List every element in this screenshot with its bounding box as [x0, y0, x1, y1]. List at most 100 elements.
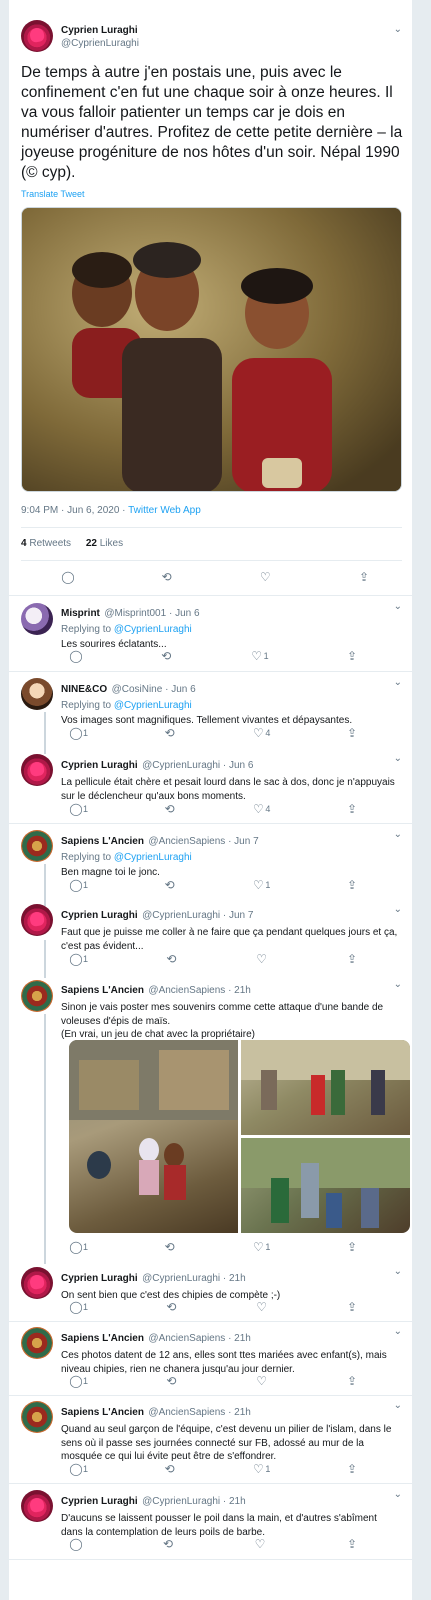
- reply-button[interactable]: ◯ 1: [69, 802, 88, 816]
- author-handle[interactable]: @CosiNine · Jun 6: [112, 684, 196, 695]
- reply-tweet[interactable]: ⌄ Cyprien Luraghi @CyprienLuraghi · Jun …: [9, 900, 414, 974]
- author-handle[interactable]: @Misprint001 · Jun 6: [104, 608, 199, 619]
- like-button[interactable]: ♡: [253, 1537, 267, 1551]
- author-name[interactable]: Sapiens L'Ancien: [61, 836, 144, 847]
- author-name[interactable]: NINE&CO: [61, 684, 107, 695]
- avatar[interactable]: [21, 1490, 53, 1522]
- retweet-button[interactable]: ⟲: [161, 1537, 175, 1551]
- author-name[interactable]: Sapiens L'Ancien: [61, 985, 144, 996]
- like-button[interactable]: ♡ 4: [251, 726, 270, 740]
- reply-button[interactable]: ◯ 1: [69, 1462, 88, 1476]
- replying-to-link[interactable]: @CyprienLuraghi: [114, 700, 192, 711]
- share-button[interactable]: ⇪: [345, 1300, 359, 1314]
- grid-photo[interactable]: [241, 1040, 410, 1135]
- share-button[interactable]: ⇪: [357, 570, 371, 584]
- avatar[interactable]: [21, 980, 53, 1012]
- avatar[interactable]: [21, 1401, 53, 1433]
- grid-photo[interactable]: [69, 1040, 238, 1233]
- reply-tweet[interactable]: ⌄ Cyprien Luraghi @CyprienLuraghi · Jun …: [9, 748, 414, 824]
- source-link[interactable]: Twitter Web App: [128, 505, 201, 516]
- author-name[interactable]: Cyprien Luraghi: [61, 910, 138, 921]
- like-button[interactable]: ♡: [258, 570, 272, 584]
- author-handle[interactable]: @CyprienLuraghi · Jun 6: [142, 760, 253, 771]
- like-button[interactable]: ♡ 1: [251, 878, 270, 892]
- share-button[interactable]: ⇪: [345, 649, 359, 663]
- retweet-button[interactable]: ⟲: [164, 952, 178, 966]
- reply-button[interactable]: ◯ 1: [69, 878, 88, 892]
- avatar[interactable]: [21, 1327, 53, 1359]
- retweet-button[interactable]: ⟲: [164, 1374, 178, 1388]
- author-name[interactable]: Cyprien Luraghi: [61, 25, 139, 36]
- avatar[interactable]: [21, 20, 53, 52]
- replying-to-link[interactable]: @CyprienLuraghi: [114, 624, 192, 635]
- reply-tweet[interactable]: ⌄ Sapiens L'Ancien @AncienSapiens · 21h …: [9, 1396, 414, 1484]
- timestamp[interactable]: 9:04 PM · Jun 6, 2020 ·: [21, 505, 126, 516]
- reply-button[interactable]: ◯: [61, 570, 75, 584]
- avatar[interactable]: [21, 678, 53, 710]
- reply-button[interactable]: ◯ 1: [69, 726, 88, 740]
- retweet-button[interactable]: ⟲: [163, 1462, 177, 1476]
- share-icon: ⇪: [346, 1374, 358, 1388]
- reply-tweet[interactable]: ⌄ Sapiens L'Ancien @AncienSapiens · Jun …: [9, 824, 414, 900]
- reply-tweet[interactable]: ⌄ Cyprien Luraghi @CyprienLuraghi · 21h …: [9, 1484, 414, 1560]
- author-name[interactable]: Cyprien Luraghi: [61, 760, 138, 771]
- author-handle[interactable]: @CyprienLuraghi · 21h: [142, 1273, 246, 1284]
- author-handle[interactable]: @AncienSapiens · 21h: [148, 1333, 250, 1344]
- likes-stat[interactable]: 22 Likes: [86, 538, 123, 549]
- retweet-button[interactable]: ⟲: [163, 802, 177, 816]
- replying-to-link[interactable]: @CyprienLuraghi: [114, 852, 192, 863]
- author-name[interactable]: Cyprien Luraghi: [61, 1273, 138, 1284]
- share-button[interactable]: ⇪: [345, 952, 359, 966]
- retweet-button[interactable]: ⟲: [163, 1240, 177, 1254]
- share-button[interactable]: ⇪: [345, 1537, 359, 1551]
- share-button[interactable]: ⇪: [345, 1374, 359, 1388]
- reply-button[interactable]: ◯ 1: [69, 1240, 88, 1254]
- translate-link[interactable]: Translate Tweet: [21, 189, 85, 199]
- reply-button[interactable]: ◯: [69, 1537, 83, 1551]
- reply-tweet[interactable]: ⌄ Sapiens L'Ancien @AncienSapiens · 21h …: [9, 1322, 414, 1396]
- share-button[interactable]: ⇪: [345, 802, 359, 816]
- author-handle[interactable]: @AncienSapiens · 21h: [148, 985, 250, 996]
- author-name[interactable]: Sapiens L'Ancien: [61, 1407, 144, 1418]
- share-button[interactable]: ⇪: [345, 726, 359, 740]
- author-name[interactable]: Cyprien Luraghi: [61, 1496, 138, 1507]
- author-handle[interactable]: @AncienSapiens · Jun 7: [148, 836, 258, 847]
- retweet-button[interactable]: ⟲: [164, 1300, 178, 1314]
- avatar[interactable]: [21, 754, 53, 786]
- author-handle[interactable]: @CyprienLuraghi: [61, 38, 139, 49]
- reply-tweet[interactable]: ⌄ Cyprien Luraghi @CyprienLuraghi · 21h …: [9, 1262, 414, 1322]
- like-button[interactable]: ♡: [255, 952, 269, 966]
- author-handle[interactable]: @AncienSapiens · 21h: [148, 1407, 250, 1418]
- chevron-down-icon[interactable]: ⌄: [394, 24, 402, 35]
- like-button[interactable]: ♡ 4: [251, 802, 270, 816]
- retweet-button[interactable]: ⟲: [159, 649, 173, 663]
- reply-tweet[interactable]: ⌄ Misprint @Misprint001 · Jun 6 Replying…: [9, 596, 414, 672]
- reply-button[interactable]: ◯: [69, 649, 83, 663]
- tweet-photo[interactable]: [21, 207, 402, 492]
- like-button[interactable]: ♡: [255, 1374, 269, 1388]
- avatar[interactable]: [21, 904, 53, 936]
- retweet-button[interactable]: ⟲: [163, 878, 177, 892]
- share-button[interactable]: ⇪: [345, 1240, 359, 1254]
- like-button[interactable]: ♡ 1: [250, 649, 268, 663]
- share-button[interactable]: ⇪: [345, 878, 359, 892]
- avatar[interactable]: [21, 1267, 53, 1299]
- retweet-button[interactable]: ⟲: [160, 570, 174, 584]
- avatar[interactable]: [21, 603, 53, 635]
- like-button[interactable]: ♡: [255, 1300, 269, 1314]
- retweet-button[interactable]: ⟲: [163, 726, 177, 740]
- reply-tweet[interactable]: ⌄ NINE&CO @CosiNine · Jun 6 Replying to …: [9, 672, 414, 748]
- reply-button[interactable]: ◯ 1: [69, 952, 88, 966]
- author-handle[interactable]: @CyprienLuraghi · Jun 7: [142, 910, 253, 921]
- retweets-stat[interactable]: 4 Retweets: [21, 538, 71, 549]
- grid-photo[interactable]: [241, 1138, 410, 1233]
- like-button[interactable]: ♡ 1: [251, 1462, 270, 1476]
- author-handle[interactable]: @CyprienLuraghi · 21h: [142, 1496, 246, 1507]
- like-button[interactable]: ♡ 1: [251, 1240, 270, 1254]
- reply-button[interactable]: ◯ 1: [69, 1300, 88, 1314]
- avatar[interactable]: [21, 830, 53, 862]
- reply-button[interactable]: ◯ 1: [69, 1374, 88, 1388]
- author-name[interactable]: Misprint: [61, 608, 100, 619]
- author-name[interactable]: Sapiens L'Ancien: [61, 1333, 144, 1344]
- share-button[interactable]: ⇪: [345, 1462, 359, 1476]
